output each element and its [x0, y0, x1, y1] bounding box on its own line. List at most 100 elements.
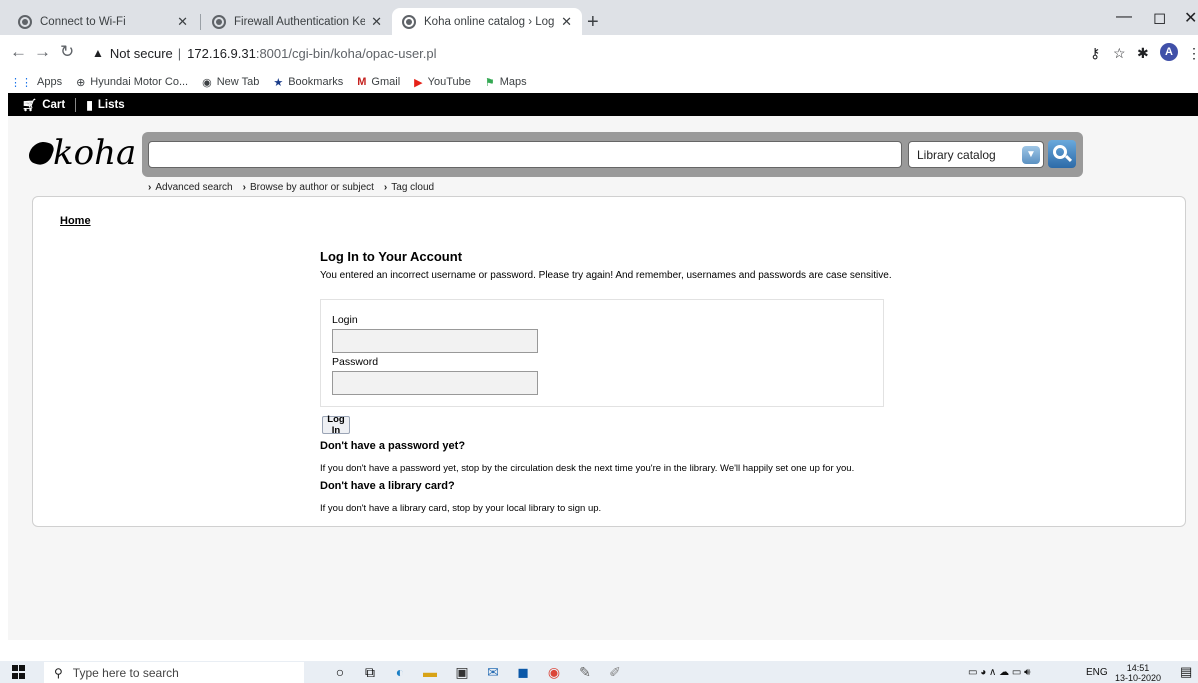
bookmark-new-tab[interactable]: ◉ New Tab [202, 76, 259, 89]
mail-icon[interactable]: ✉ [484, 664, 502, 680]
url-path: :8001/cgi-bin/koha/opac-user.pl [255, 45, 437, 61]
no-password-text: If you don't have a password yet, stop b… [320, 463, 855, 474]
avatar[interactable]: A [1160, 43, 1178, 61]
clock-date: 13-10-2020 [1115, 673, 1162, 683]
tray-icons[interactable]: ▭ ◕ ∧ ☁ ▭ 🔊︎ [968, 667, 1030, 678]
minimize-button[interactable]: — [1116, 8, 1132, 26]
notification-icon[interactable]: ▤ [1180, 664, 1192, 680]
tab-connect-wifi[interactable]: Connect to Wi-Fi ✕ [8, 8, 198, 35]
warning-icon: ▲ [92, 46, 104, 60]
divider: | [177, 45, 182, 61]
edge-icon[interactable]: ◐ [391, 664, 409, 680]
file-explorer-icon[interactable]: ▬ [421, 664, 439, 680]
browser-toolbar: ← → ↻ ▲ Not secure | 172.16.9.31 :8001/c… [0, 35, 1198, 71]
new-tab-button[interactable]: + [587, 12, 599, 32]
address-bar[interactable]: ▲ Not secure | 172.16.9.31 :8001/cgi-bin… [92, 39, 1022, 67]
search-sublinks: › Advanced search › Browse by author or su… [148, 182, 444, 193]
bookmark-maps[interactable]: ⚑ Maps [485, 76, 527, 89]
tab-separator [200, 14, 201, 30]
cart-icon: 🛒︎ [22, 97, 38, 112]
tag-cloud-link[interactable]: › Tag cloud [384, 182, 434, 193]
tab-koha-login[interactable]: Koha online catalog › Log in to y ✕ [392, 8, 582, 35]
advanced-search-link[interactable]: › Advanced search [148, 182, 233, 193]
page-title: Log In to Your Account [320, 249, 463, 264]
hyundai-icon: ⊕ [76, 76, 86, 89]
tab-title: Koha online catalog › Log in to y [424, 15, 555, 28]
lists-link[interactable]: ▮ Lists [86, 98, 124, 112]
bookmark-label: Gmail [371, 76, 401, 88]
bookmark-gmail[interactable]: M Gmail [357, 76, 400, 88]
cart-label: Cart [42, 98, 66, 111]
close-window-button[interactable]: ✕ [1184, 8, 1197, 28]
globe-icon: ◉ [202, 76, 212, 89]
search-button[interactable] [1048, 140, 1076, 168]
cart-link[interactable]: 🛒︎ Cart [22, 98, 65, 112]
browse-link[interactable]: › Browse by author or subject [243, 182, 374, 193]
bookmark-star-icon[interactable]: ☆ [1113, 45, 1126, 62]
back-arrow-icon[interactable]: ← [10, 42, 27, 62]
bookmark-label: Hyundai Motor Co... [90, 76, 189, 88]
search-icon [1053, 145, 1067, 159]
tab-title: Connect to Wi-Fi [40, 15, 126, 28]
link-label: Browse by author or subject [249, 182, 374, 193]
catalog-select-value: Library catalog [917, 147, 996, 162]
koha-leaf-icon [26, 137, 56, 169]
app-icon[interactable]: ◼ [514, 664, 532, 680]
link-label: Advanced search [155, 182, 233, 193]
taskbar-clock[interactable]: 14:51 13-10-2020 [1115, 663, 1161, 683]
chevron-right-icon: › [242, 182, 246, 193]
extensions-icon[interactable]: ✱ [1137, 45, 1149, 62]
menu-dots-icon[interactable]: ⋮ [1187, 45, 1198, 62]
divider [75, 97, 77, 112]
taskbar-search-box[interactable]: ⚲ Type here to search [44, 662, 304, 683]
bookmark-youtube[interactable]: ▶ YouTube [414, 76, 471, 89]
maps-icon: ⚑ [484, 76, 495, 89]
document-icon: ▮ [86, 97, 93, 112]
login-button[interactable]: Log In [322, 414, 350, 436]
koha-logo[interactable]: koha [26, 133, 136, 173]
bookmark-bookmarks[interactable]: ★ Bookmarks [273, 76, 343, 89]
forward-arrow-icon[interactable]: → [34, 42, 51, 62]
task-view-icon[interactable]: ⧉ [361, 664, 379, 680]
chevron-right-icon: › [148, 182, 152, 193]
password-label: Password [332, 356, 379, 368]
tab-firewall-auth[interactable]: Firewall Authentication Keepalive ✕ [202, 8, 392, 35]
no-card-heading: Don't have a library card? [320, 480, 455, 492]
language-indicator[interactable]: ENG [1086, 667, 1108, 678]
bookmark-label: Apps [37, 76, 63, 88]
clock-time: 14:51 [1126, 663, 1150, 673]
bookmark-apps[interactable]: ⋮⋮ Apps [10, 76, 62, 89]
login-field[interactable] [332, 329, 538, 353]
key-icon[interactable]: ⚷ [1090, 45, 1100, 62]
apps-grid-icon: ⋮⋮ [10, 76, 32, 89]
breadcrumb-home[interactable]: Home [60, 215, 91, 227]
login-label: Login [332, 314, 358, 326]
taskbar-search-placeholder: Type here to search [72, 665, 179, 680]
password-field[interactable] [332, 371, 538, 395]
url-host: 172.16.9.31 [187, 45, 256, 61]
close-icon[interactable]: ✕ [561, 14, 572, 30]
cortana-icon[interactable]: ○ [331, 664, 349, 680]
windows-start-icon[interactable] [12, 665, 26, 679]
close-icon[interactable]: ✕ [371, 14, 382, 30]
bookmark-label: Bookmarks [288, 76, 344, 88]
close-icon[interactable]: ✕ [177, 14, 188, 30]
globe-icon [212, 14, 226, 29]
app-icon[interactable]: ✐ [606, 664, 624, 680]
bookmark-label: YouTube [427, 76, 471, 88]
security-label: Not secure [109, 45, 173, 61]
no-password-heading: Don't have a password yet? [320, 440, 466, 452]
paint-icon[interactable]: ✎ [576, 664, 594, 680]
bookmark-hyundai[interactable]: ⊕ Hyundai Motor Co... [76, 76, 188, 89]
catalog-select[interactable]: Library catalog ▼ [908, 141, 1044, 168]
chevron-down-icon: ▼ [1022, 146, 1040, 164]
reload-icon[interactable]: ↻ [60, 42, 74, 62]
bookmark-label: Maps [499, 76, 527, 88]
store-icon[interactable]: ▣ [453, 664, 471, 680]
globe-icon [402, 14, 416, 29]
tab-title: Firewall Authentication Keepalive [234, 15, 366, 28]
bookmark-label: New Tab [216, 76, 260, 88]
chrome-icon[interactable]: ◉ [545, 664, 563, 680]
search-input[interactable] [148, 141, 902, 168]
maximize-button[interactable]: ◻ [1153, 8, 1166, 28]
